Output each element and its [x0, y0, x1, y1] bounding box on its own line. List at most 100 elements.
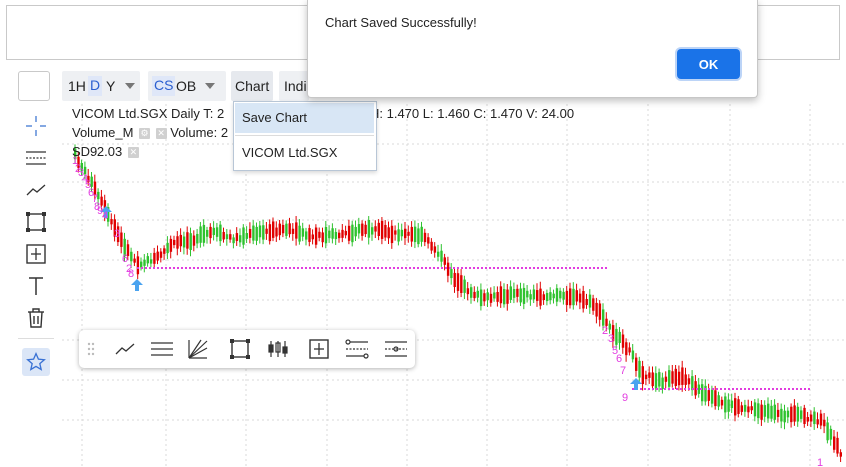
alert-dialog: Chart Saved Successfully! OK	[307, 0, 758, 98]
candle-body	[829, 428, 833, 440]
candle-body	[615, 328, 618, 345]
fib-retracement-icon[interactable]	[344, 337, 370, 361]
candle-body	[773, 404, 776, 420]
candle-body	[572, 288, 575, 306]
rectangle-icon[interactable]	[227, 337, 253, 361]
measure-icon[interactable]	[22, 240, 50, 268]
sd-value: 2.03	[96, 144, 123, 159]
ok-button[interactable]: OK	[677, 49, 740, 79]
candle-body	[156, 251, 159, 261]
candle-body	[460, 275, 463, 293]
fib-fan-icon[interactable]	[185, 337, 211, 361]
horizontal-lines-icon[interactable]	[22, 144, 50, 172]
chevron-down-icon[interactable]	[125, 83, 135, 89]
measure-icon[interactable]	[306, 337, 332, 361]
trend-line-icon[interactable]	[112, 337, 138, 361]
candle-body	[816, 419, 819, 425]
candle-body	[311, 234, 314, 240]
trash-icon[interactable]	[22, 304, 50, 332]
price-chart[interactable]: 123456789436282356791	[62, 104, 846, 467]
candle-body	[298, 225, 301, 242]
close-icon[interactable]: ✕	[127, 147, 139, 159]
close-icon[interactable]: ✕	[155, 128, 167, 140]
candle-body	[786, 410, 790, 418]
crosshair-icon[interactable]	[22, 112, 50, 140]
candle-body	[308, 228, 311, 242]
candle-body	[512, 289, 516, 298]
candles-icon[interactable]	[265, 337, 291, 361]
candle-body	[776, 409, 780, 417]
overlay-ob[interactable]: OB	[176, 77, 196, 95]
timeframe-1h[interactable]: 1H	[68, 77, 86, 95]
gear-icon[interactable]: ⚙	[139, 128, 151, 140]
candle-body	[209, 226, 212, 239]
candle-body	[420, 226, 423, 242]
save-chart-menu-item[interactable]: Save Chart	[235, 103, 374, 133]
candle-body	[166, 242, 169, 254]
chart-type-cs[interactable]: CS	[152, 76, 176, 96]
candle-body	[674, 368, 677, 386]
candle-body	[182, 236, 186, 248]
text-icon[interactable]	[22, 272, 50, 300]
candle-body	[668, 370, 671, 387]
candle-body	[278, 223, 281, 236]
candle-body	[753, 402, 757, 417]
candle-body	[423, 232, 427, 243]
candle-body	[628, 347, 631, 353]
candle-body	[526, 290, 529, 298]
menu-square-button[interactable]	[18, 71, 50, 101]
candle-body	[750, 406, 753, 411]
timeframe-y[interactable]: Y	[106, 77, 115, 95]
candle-body	[720, 399, 724, 406]
horizontal-lines-icon[interactable]	[149, 337, 175, 361]
candle-body	[179, 234, 182, 247]
chart-canvas[interactable]: 123456789436282356791	[62, 104, 846, 467]
candle-body	[641, 366, 644, 385]
chevron-down-icon[interactable]	[205, 83, 215, 89]
candle-body	[479, 289, 483, 307]
candle-body	[737, 399, 740, 414]
candle-body	[450, 269, 453, 279]
sidebar-divider	[18, 338, 54, 339]
candle-body	[839, 452, 842, 457]
candle-body	[664, 376, 668, 382]
sd-legend: SD9 2.03 ✕	[72, 144, 139, 159]
candle-body	[697, 384, 701, 394]
candle-body	[806, 417, 809, 422]
candle-body	[169, 238, 173, 252]
candle-body	[232, 237, 235, 244]
symbol-menu-item[interactable]: VICOM Ltd.SGX	[235, 138, 374, 168]
candle-body	[268, 224, 272, 242]
candle-body	[120, 232, 123, 247]
candle-body	[446, 262, 450, 276]
candle-body	[486, 292, 489, 301]
candle-body	[186, 232, 189, 249]
candle-body	[793, 405, 796, 422]
chart-menu-button[interactable]: Chart	[231, 71, 273, 101]
candle-body	[456, 273, 460, 291]
candle-body	[743, 404, 747, 412]
drag-handle-icon[interactable]	[81, 337, 101, 361]
indicators-menu-button[interactable]: Indi	[279, 71, 309, 101]
candle-body	[384, 224, 387, 238]
range-icon[interactable]	[383, 337, 409, 361]
trend-line-icon[interactable]	[22, 176, 50, 204]
candle-body	[747, 406, 750, 413]
candle-body	[555, 288, 559, 302]
candle-body	[684, 374, 687, 385]
star-icon[interactable]	[22, 348, 50, 376]
candle-body	[222, 231, 225, 240]
candle-body	[212, 227, 215, 236]
candle-body	[819, 413, 823, 426]
candle-body	[443, 257, 446, 265]
candle-body	[539, 288, 542, 306]
candle-body	[235, 233, 239, 241]
candle-body	[565, 290, 569, 306]
pattern-label: 3	[608, 333, 614, 345]
candle-body	[404, 228, 407, 239]
rectangle-icon[interactable]	[22, 208, 50, 236]
candle-body	[245, 233, 248, 239]
timeframe-d[interactable]: D	[88, 76, 103, 96]
candle-body	[397, 229, 400, 242]
candle-body	[489, 293, 493, 303]
